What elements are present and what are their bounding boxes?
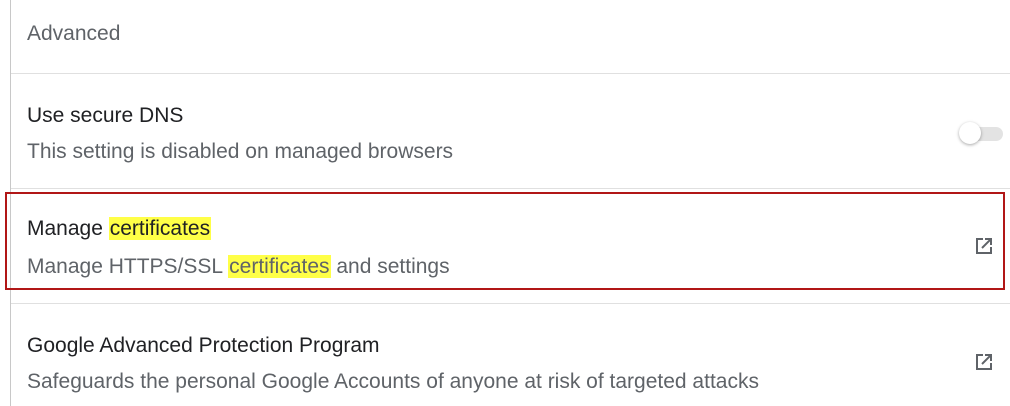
row-manage-certificates[interactable]: Manage certificates Manage HTTPS/SSL cer… bbox=[11, 189, 1010, 303]
settings-panel: Advanced Use secure DNS This setting is … bbox=[10, 0, 1010, 406]
row-title: Use secure DNS bbox=[27, 104, 184, 127]
row-title: Manage certificates bbox=[27, 215, 212, 243]
open-in-new-icon[interactable] bbox=[972, 350, 996, 374]
row-use-secure-dns[interactable]: Use secure DNS This setting is disabled … bbox=[11, 74, 1010, 188]
row-subtitle: Manage HTTPS/SSL certificates and settin… bbox=[27, 253, 450, 281]
search-highlight: certificates bbox=[228, 255, 331, 278]
secure-dns-toggle[interactable] bbox=[957, 121, 1005, 145]
section-header-advanced: Advanced bbox=[27, 22, 121, 45]
subtitle-text: and settings bbox=[330, 255, 450, 278]
row-subtitle: Safeguards the personal Google Accounts … bbox=[27, 370, 759, 393]
subtitle-text: Manage HTTPS/SSL bbox=[27, 255, 229, 278]
title-text: Manage bbox=[27, 217, 109, 240]
row-subtitle: This setting is disabled on managed brow… bbox=[27, 140, 454, 163]
search-highlight: certificates bbox=[108, 217, 212, 240]
row-title: Google Advanced Protection Program bbox=[27, 334, 380, 357]
open-in-new-icon[interactable] bbox=[972, 234, 996, 258]
toggle-knob bbox=[959, 122, 981, 144]
row-advanced-protection[interactable]: Google Advanced Protection Program Safeg… bbox=[11, 304, 1010, 406]
